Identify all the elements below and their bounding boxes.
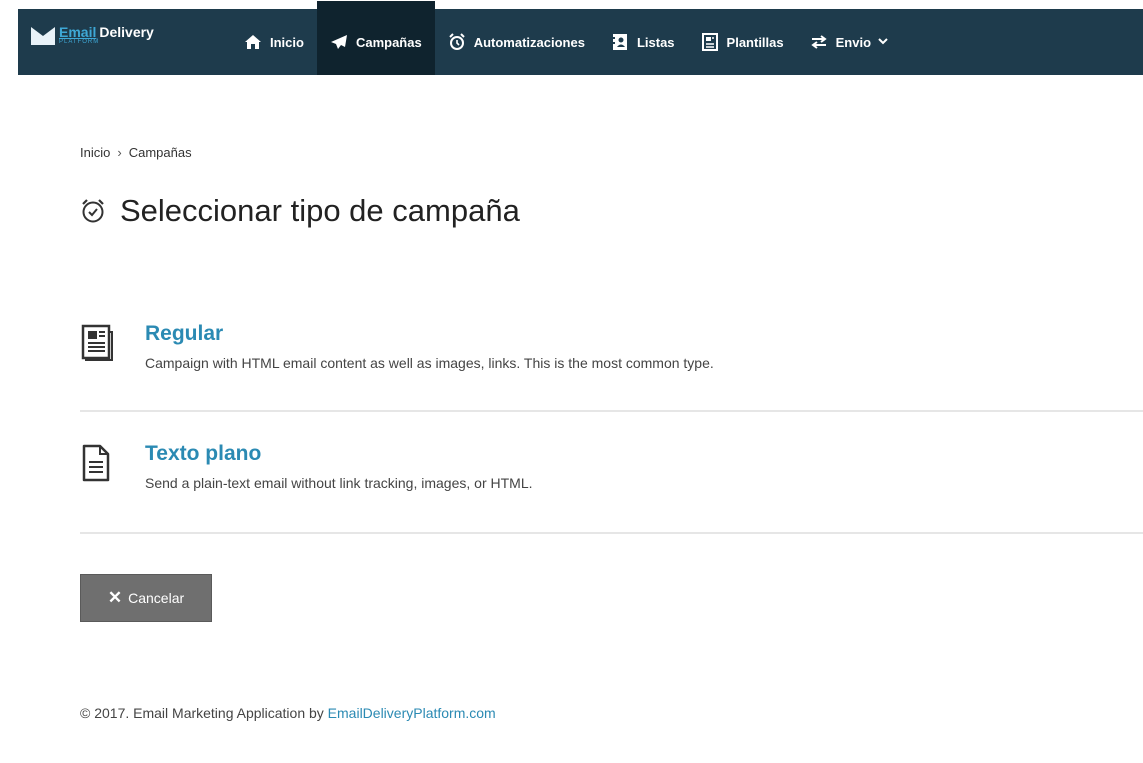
campaign-type-regular[interactable]: Regular Campaign with HTML email content… [80, 321, 1143, 371]
brand-email-text: Email [59, 23, 97, 40]
nav-item-campanas[interactable]: Campañas [316, 1, 435, 75]
divider [80, 532, 1143, 534]
nav-item-automatizaciones[interactable]: Automatizaciones [435, 1, 598, 75]
envelope-icon [31, 27, 55, 45]
alarm-clock-icon [82, 199, 104, 223]
paper-plane-icon [330, 33, 348, 51]
nav-label: Plantillas [726, 34, 784, 50]
brand-delivery-text: Delivery [99, 23, 154, 40]
newspaper-icon [701, 33, 719, 51]
brand-logo[interactable]: Email Delivery PLATFORM [18, 9, 223, 75]
breadcrumb-home-link[interactable]: Inicio [80, 145, 110, 160]
nav-label: Listas [636, 34, 675, 50]
breadcrumb-current: Campañas [128, 145, 192, 160]
text-file-icon [82, 444, 110, 482]
nav-item-listas[interactable]: Listas [598, 1, 688, 75]
footer-link[interactable]: EmailDeliveryPlatform.com [328, 705, 496, 721]
cancel-button-label: Cancelar [128, 590, 185, 606]
nav-item-plantillas[interactable]: Plantillas [688, 1, 797, 75]
campaign-type-description: Send a plain-text email without link tra… [145, 475, 533, 491]
nav-label: Envio [835, 34, 872, 50]
address-book-icon [611, 33, 629, 51]
page-title: Seleccionar tipo de campaña [80, 193, 520, 229]
home-icon [244, 33, 262, 51]
nav-label: Automatizaciones [473, 34, 585, 50]
nav-item-inicio[interactable]: Inicio [231, 1, 317, 75]
top-navbar: Email Delivery PLATFORM Inicio Campañas A… [18, 1, 1143, 75]
campaign-type-plain-text[interactable]: Texto plano Send a plain-text email with… [80, 441, 1143, 491]
campaign-type-title[interactable]: Regular [145, 321, 714, 347]
breadcrumb: Inicio › Campañas [80, 145, 192, 160]
exchange-icon [810, 33, 828, 51]
alarm-clock-icon [448, 33, 466, 51]
brand-sub-text: PLATFORM [59, 38, 100, 45]
footer: © 2017. Email Marketing Application by E… [80, 705, 496, 721]
divider [80, 410, 1143, 412]
nav-menu: Inicio Campañas Automatizaciones Listas … [223, 1, 901, 75]
campaign-type-description: Campaign with HTML email content as well… [145, 355, 714, 371]
footer-text: © 2017. Email Marketing Application by [80, 705, 324, 721]
newspaper-icon [81, 324, 113, 361]
cancel-button[interactable]: ✕ Cancelar [80, 574, 212, 622]
nav-item-envio[interactable]: Envio [797, 1, 901, 75]
breadcrumb-separator: › [117, 145, 122, 160]
page-title-text: Seleccionar tipo de campaña [120, 193, 520, 228]
nav-label: Campañas [355, 34, 422, 50]
close-icon: ✕ [107, 588, 123, 607]
chevron-down-icon [878, 36, 888, 48]
nav-label: Inicio [270, 34, 304, 50]
campaign-type-title[interactable]: Texto plano [145, 441, 533, 467]
